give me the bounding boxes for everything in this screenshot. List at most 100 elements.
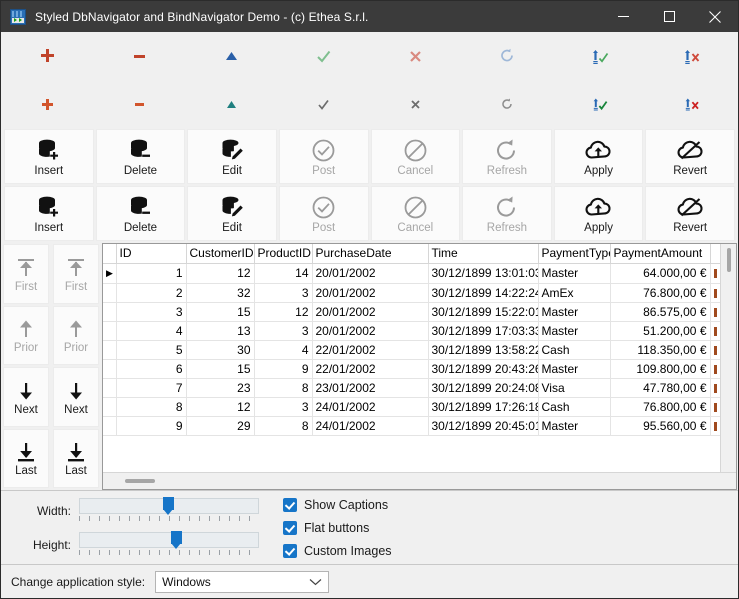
apply-check-icon[interactable]	[554, 32, 646, 80]
show-captions-checkbox[interactable]: Show Captions	[283, 497, 392, 512]
plus-icon[interactable]	[1, 32, 93, 80]
last-record-button[interactable]: Last	[3, 428, 49, 488]
prior-record-icon	[15, 316, 37, 342]
cross-icon[interactable]	[370, 80, 462, 128]
cancel-button[interactable]: Cancel	[370, 129, 461, 184]
grid-scroll-region: ID CustomerID ProductID PurchaseDate Tim…	[103, 244, 720, 472]
flat-buttons-checkbox[interactable]: Flat buttons	[283, 520, 392, 535]
apply-button[interactable]: Apply	[553, 186, 644, 241]
width-slider-row: Width:	[11, 497, 259, 523]
height-slider-track[interactable]	[79, 532, 259, 548]
maximize-icon[interactable]	[646, 1, 692, 32]
height-label: Height:	[32, 537, 71, 552]
cell-customerid: 32	[186, 283, 255, 303]
style-label: Change application style:	[11, 574, 146, 589]
cell-customerid: 12	[186, 263, 255, 284]
table-row[interactable]: 5 30 4 22/01/2002 30/12/1899 13:58:22 Ca…	[103, 340, 720, 360]
first-record-icon	[15, 255, 37, 281]
grid-horizontal-scrollbar[interactable]	[103, 472, 736, 489]
grid-navigator-icon	[10, 8, 26, 25]
table-row[interactable]: 6 15 9 22/01/2002 30/12/1899 20:43:26 Ma…	[103, 359, 720, 379]
table-row[interactable]: 9 29 8 24/01/2002 30/12/1899 20:45:01 Ma…	[103, 416, 720, 436]
table-row[interactable]: 4 13 3 20/01/2002 30/12/1899 17:03:33 Ma…	[103, 321, 720, 341]
refresh-button[interactable]: Refresh	[462, 186, 552, 241]
cell-time: 30/12/1899 17:03:33	[428, 321, 539, 341]
column-header-paymenttype[interactable]: PaymentType	[538, 244, 611, 264]
last-record-button[interactable]: Last	[53, 428, 99, 488]
check-icon[interactable]	[277, 32, 369, 80]
revert-button[interactable]: Revert	[645, 186, 735, 241]
database-edit-icon	[220, 192, 245, 222]
height-slider-row: Height:	[11, 531, 259, 557]
revert-cross-icon[interactable]	[646, 32, 738, 80]
block-circle-icon	[403, 135, 428, 165]
refresh-button[interactable]: Refresh	[462, 129, 552, 184]
grid-vertical-scrollbar[interactable]	[720, 244, 736, 472]
height-slider[interactable]	[79, 531, 259, 557]
revert-cross-icon[interactable]	[646, 80, 738, 128]
edit-button[interactable]: Edit	[187, 186, 277, 241]
column-header-time[interactable]: Time	[428, 244, 539, 264]
insert-button[interactable]: Insert	[4, 186, 94, 241]
row-indicator	[103, 283, 117, 303]
table-row[interactable]: 3 15 12 20/01/2002 30/12/1899 15:22:01 M…	[103, 302, 720, 322]
width-slider[interactable]	[79, 497, 259, 523]
cell-productid: 3	[254, 283, 313, 303]
height-slider-thumb[interactable]	[171, 531, 182, 550]
column-header-purchasedate[interactable]: PurchaseDate	[312, 244, 429, 264]
main-area: First Prior Next Last First Prior Next L…	[1, 242, 738, 490]
refresh-icon[interactable]	[462, 80, 554, 128]
cancel-button[interactable]: Cancel	[370, 186, 461, 241]
edit-button[interactable]: Edit	[187, 129, 277, 184]
apply-check-icon[interactable]	[554, 80, 646, 128]
cross-icon[interactable]	[370, 32, 462, 80]
refresh-icon[interactable]	[462, 32, 554, 80]
custom-images-checkbox[interactable]: Custom Images	[283, 543, 392, 558]
column-header-paymentamount[interactable]: PaymentAmount	[610, 244, 711, 264]
next-record-button[interactable]: Next	[53, 367, 99, 427]
triangle-up-icon[interactable]	[185, 80, 277, 128]
next-record-button[interactable]: Next	[3, 367, 49, 427]
column-header-clipped[interactable]	[710, 244, 720, 264]
minus-icon[interactable]	[93, 80, 185, 128]
cell-purchasedate: 20/01/2002	[312, 321, 429, 341]
post-button[interactable]: Post	[278, 129, 369, 184]
cell-clipped	[710, 283, 720, 303]
horizontal-scroll-thumb[interactable]	[125, 479, 155, 483]
post-button[interactable]: Post	[278, 186, 369, 241]
apply-button[interactable]: Apply	[553, 129, 644, 184]
cell-clipped	[710, 321, 720, 341]
cell-paymentamount: 51.200,00 €	[610, 321, 711, 341]
table-row[interactable]: 2 32 3 20/01/2002 30/12/1899 14:22:24 Am…	[103, 283, 720, 303]
table-row[interactable]: 7 23 8 23/01/2002 30/12/1899 20:24:08 Vi…	[103, 378, 720, 398]
table-row[interactable]: 8 12 3 24/01/2002 30/12/1899 17:26:18 Ca…	[103, 397, 720, 417]
first-record-button[interactable]: First	[3, 244, 49, 304]
application-style-select[interactable]: Windows	[155, 570, 330, 593]
check-icon[interactable]	[277, 80, 369, 128]
plus-icon[interactable]	[1, 80, 93, 128]
delete-button[interactable]: Delete	[95, 186, 186, 241]
nav-button-label: Prior	[13, 342, 39, 354]
style-panel: Change application style: Windows	[1, 564, 738, 598]
nav-button-label: Last	[15, 465, 37, 477]
prior-record-button[interactable]: Prior	[53, 305, 99, 365]
vertical-scroll-thumb[interactable]	[727, 248, 731, 272]
minus-icon[interactable]	[93, 32, 185, 80]
column-header-customerid[interactable]: CustomerID	[186, 244, 255, 264]
db-navigator-button-row: Insert Delete Edit Post Cancel Refresh A…	[1, 128, 738, 185]
checkbox-label: Show Captions	[304, 497, 389, 512]
cell-clipped	[710, 378, 720, 398]
first-record-button[interactable]: First	[53, 244, 99, 304]
column-header-id[interactable]: ID	[116, 244, 187, 264]
close-icon[interactable]	[692, 1, 738, 32]
width-slider-thumb[interactable]	[163, 497, 174, 516]
triangle-up-icon[interactable]	[185, 32, 277, 80]
column-header-productid[interactable]: ProductID	[254, 244, 313, 264]
revert-button[interactable]: Revert	[645, 129, 735, 184]
insert-button[interactable]: Insert	[4, 129, 94, 184]
prior-record-button[interactable]: Prior	[3, 305, 49, 365]
minimize-icon[interactable]	[600, 1, 646, 32]
cell-time: 30/12/1899 20:45:01	[428, 416, 539, 436]
delete-button[interactable]: Delete	[95, 129, 186, 184]
table-row[interactable]: ▶ 1 12 14 20/01/2002 30/12/1899 13:01:03…	[103, 263, 720, 284]
